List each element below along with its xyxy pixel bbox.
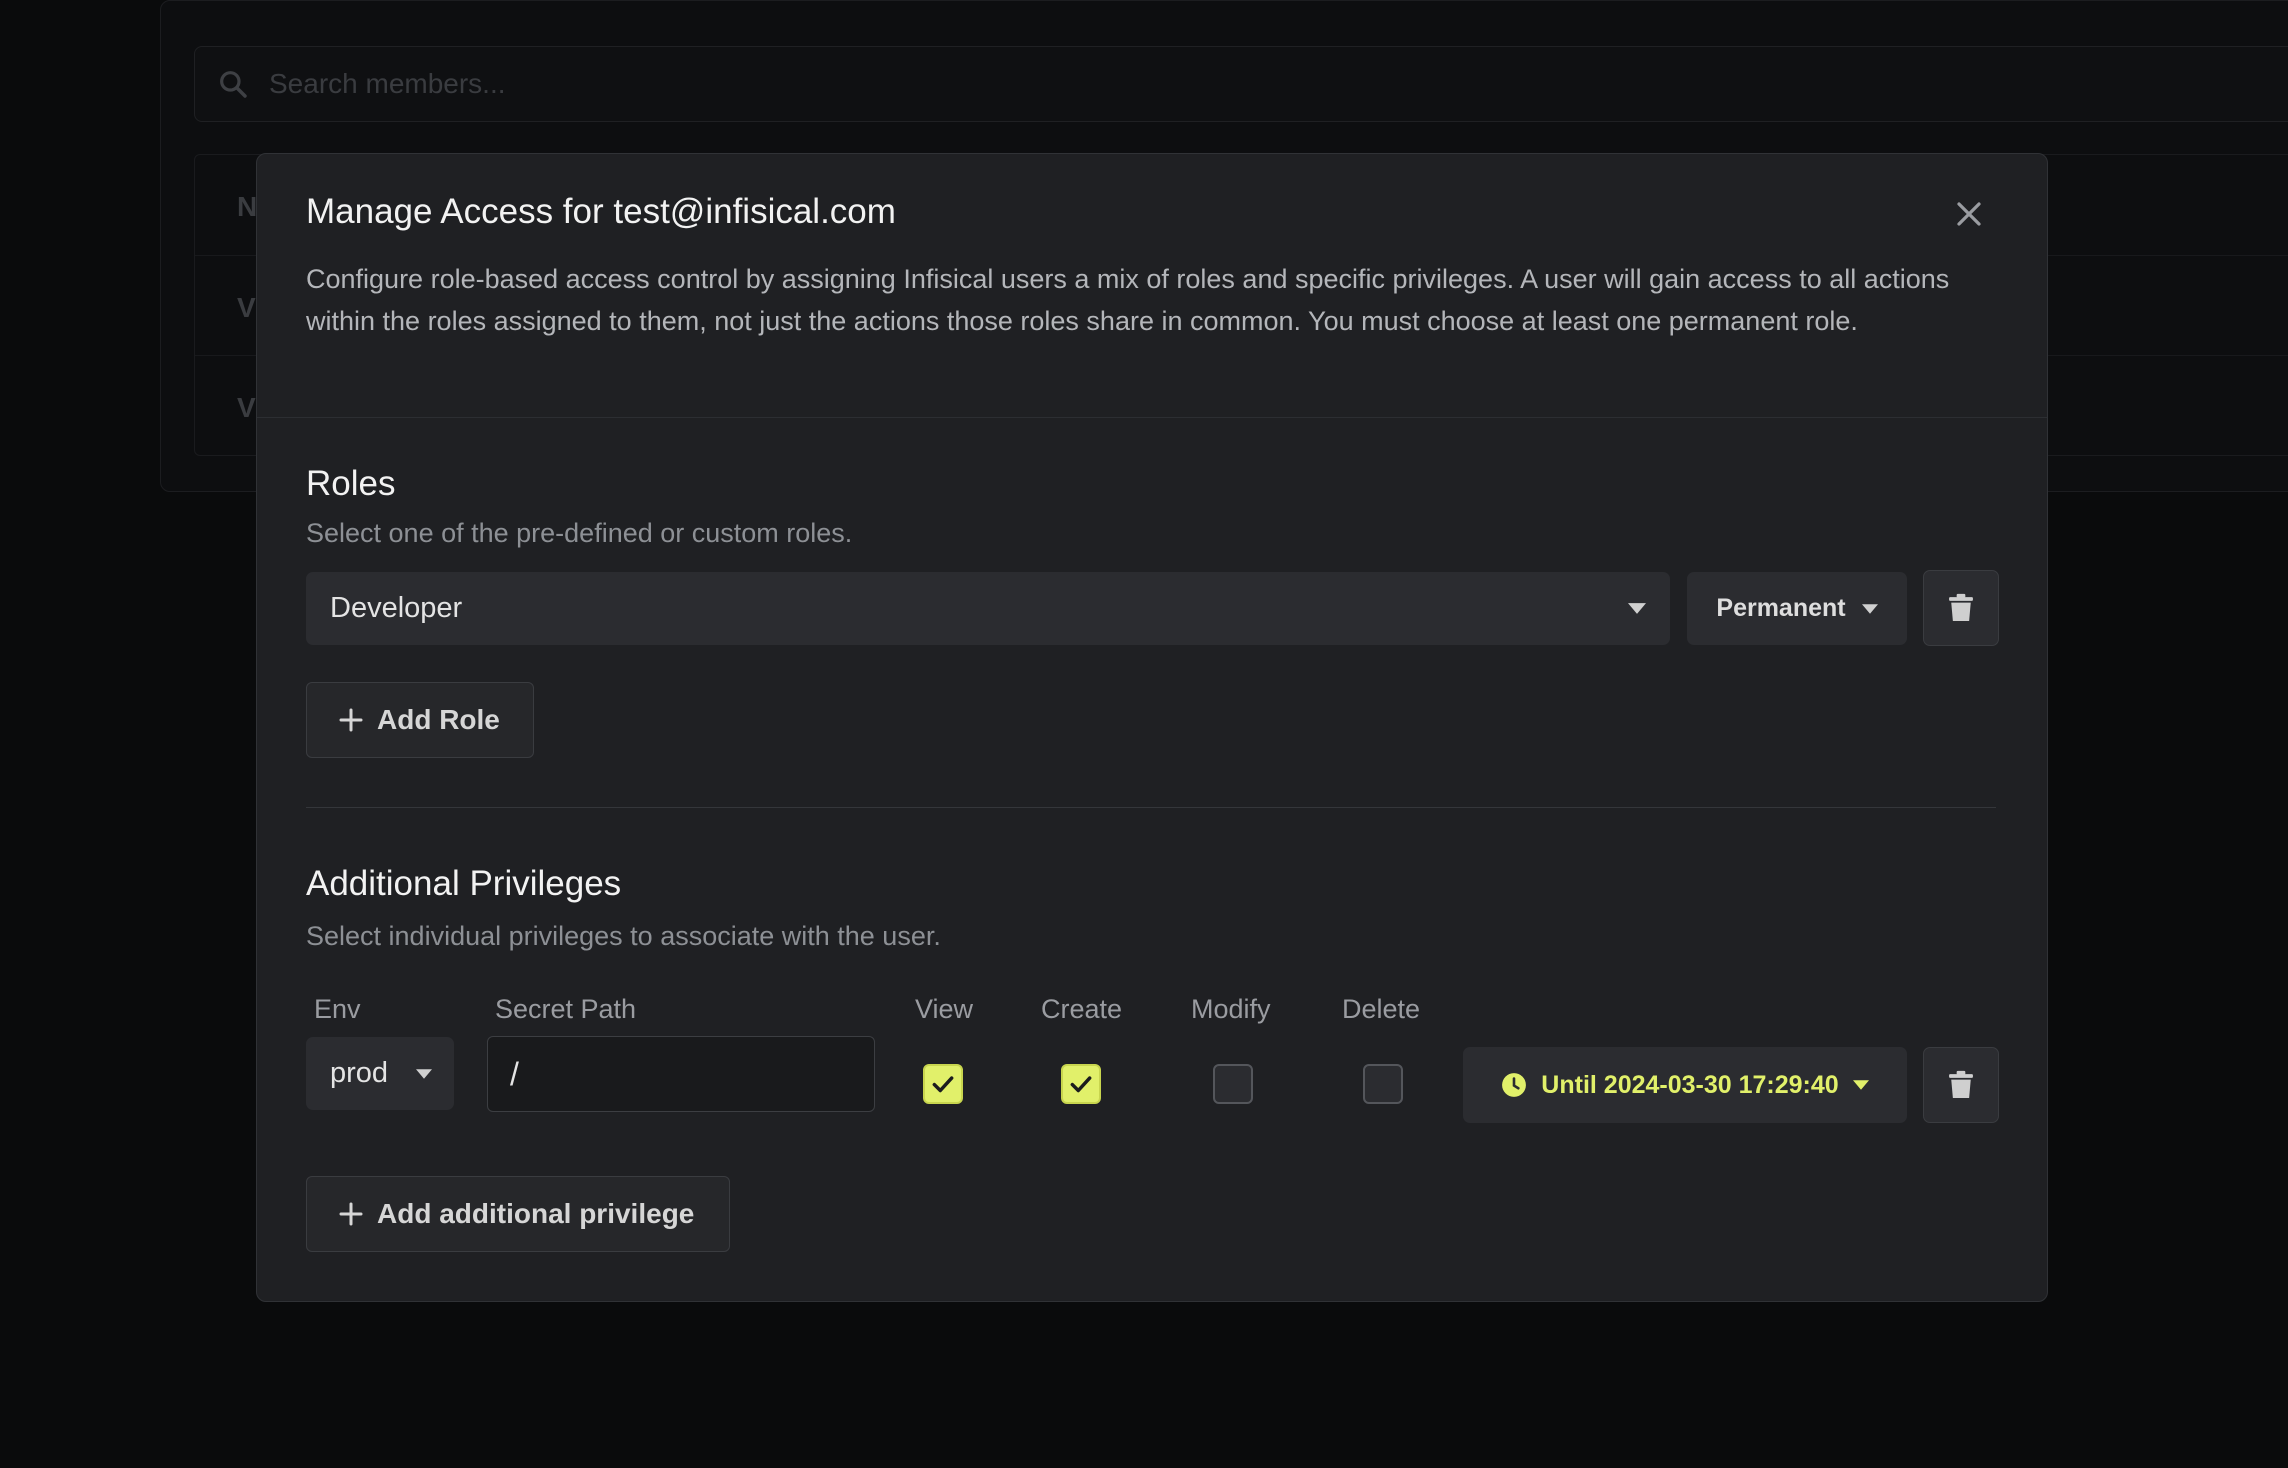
delete-privilege-button[interactable] (1923, 1047, 1999, 1123)
add-privilege-button[interactable]: Add additional privilege (306, 1176, 730, 1252)
add-role-label: Add Role (377, 704, 500, 735)
role-select[interactable]: Developer (306, 572, 1670, 645)
search-icon (220, 71, 247, 98)
roles-subtitle: Select one of the pre-defined or custom … (306, 518, 853, 548)
modal-header: Manage Access for test@infisical.com Con… (257, 154, 2047, 418)
clock-icon (1502, 1073, 1527, 1097)
secret-path-input[interactable] (487, 1036, 875, 1112)
modal-description: Configure role-based access control by a… (306, 264, 1950, 336)
roles-title: Roles (306, 464, 396, 503)
caret-down-icon (1861, 603, 1878, 614)
privileges-subtitle: Select individual privileges to associat… (306, 921, 941, 951)
privilege-duration-button[interactable]: Until 2024-03-30 17:29:40 (1463, 1047, 1907, 1123)
role-duration-button[interactable]: Permanent (1687, 572, 1907, 645)
caret-down-icon (1852, 1080, 1869, 1090)
table-header-cell: N (237, 191, 258, 222)
column-delete: Delete (1342, 994, 1421, 1024)
caret-down-icon (1628, 603, 1646, 614)
column-secret-path: Secret Path (495, 994, 637, 1024)
table-cell: V (237, 392, 256, 423)
column-env: Env (314, 994, 361, 1024)
create-checkbox[interactable] (1061, 1064, 1101, 1104)
privilege-duration-label: Until 2024-03-30 17:29:40 (1541, 1070, 1839, 1099)
column-modify: Modify (1191, 994, 1271, 1024)
check-icon (1070, 1076, 1092, 1093)
search-input[interactable] (269, 68, 869, 100)
trash-icon (1949, 593, 1973, 621)
modal-title: Manage Access for test@infisical.com (306, 192, 896, 231)
close-button[interactable] (1949, 194, 1989, 234)
delete-role-button[interactable] (1923, 570, 1999, 646)
privileges-title: Additional Privileges (306, 864, 622, 903)
view-checkbox[interactable] (923, 1064, 963, 1104)
delete-checkbox[interactable] (1363, 1064, 1403, 1104)
env-select-value: prod (330, 1057, 389, 1089)
column-create: Create (1041, 994, 1123, 1024)
role-select-value: Developer (330, 592, 463, 624)
plus-icon (339, 1202, 363, 1226)
role-duration-label: Permanent (1716, 594, 1846, 622)
modify-checkbox[interactable] (1213, 1064, 1253, 1104)
add-role-button[interactable]: Add Role (306, 682, 534, 758)
manage-access-modal: Manage Access for test@infisical.com Con… (256, 153, 2048, 1302)
trash-icon (1949, 1070, 1973, 1098)
add-privilege-label: Add additional privilege (377, 1198, 695, 1229)
close-icon (1957, 202, 1981, 226)
members-search-bar[interactable] (194, 46, 2288, 122)
table-cell: V (237, 292, 256, 323)
section-divider (306, 807, 1996, 808)
check-icon (932, 1076, 954, 1093)
plus-icon (339, 708, 363, 732)
column-view: View (915, 994, 974, 1024)
env-select[interactable]: prod (306, 1037, 454, 1110)
caret-down-icon (416, 1068, 432, 1079)
